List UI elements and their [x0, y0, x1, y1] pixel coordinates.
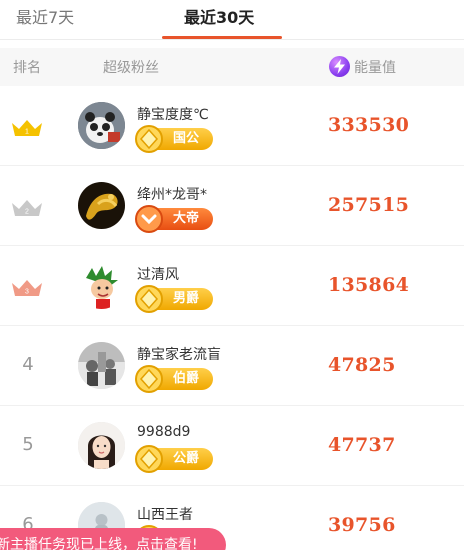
- period-tabs: 最近7天 最近30天: [0, 0, 464, 40]
- energy-value: 47825: [328, 354, 396, 376]
- badge-label: 男爵: [173, 291, 200, 306]
- rank-number: 5: [22, 434, 34, 455]
- diamond-badge-icon: [135, 445, 163, 473]
- chevron-badge-icon: [135, 205, 163, 233]
- fan-name: 绛州*龙哥*: [137, 187, 207, 203]
- avatar[interactable]: [78, 262, 125, 309]
- table-header: 排名 超级粉丝 能量值: [0, 48, 464, 86]
- table-row[interactable]: 5 9988d9 公爵 47737: [0, 406, 464, 486]
- gold-crown-icon: 1: [12, 120, 42, 136]
- lightning-icon: [329, 56, 350, 77]
- svg-text:1: 1: [25, 129, 29, 136]
- fan-name: 山西王者: [137, 507, 193, 523]
- rank-badge: 公爵: [135, 445, 213, 473]
- rank-badge: 大帝: [135, 205, 213, 233]
- energy-value: 135864: [328, 274, 410, 296]
- fan-name: 9988d9: [137, 424, 191, 440]
- active-tab-indicator: [162, 36, 282, 39]
- rank-number: 4: [22, 354, 34, 375]
- header-energy: 能量值: [354, 60, 396, 76]
- rank-badge: 伯爵: [135, 365, 213, 393]
- avatar[interactable]: [78, 182, 125, 229]
- table-row[interactable]: 3 过清风 男爵 135864: [0, 246, 464, 326]
- silver-crown-icon: 2: [12, 200, 42, 216]
- bronze-crown-icon: 3: [12, 280, 42, 296]
- fan-name: 过清风: [137, 267, 179, 283]
- table-row[interactable]: 4 静宝家老流盲 伯爵 47825: [0, 326, 464, 406]
- fan-name: 静宝度度℃: [137, 107, 209, 123]
- new-task-toast[interactable]: 新主播任务现已上线，点击查看!: [0, 528, 226, 550]
- svg-text:3: 3: [25, 289, 29, 296]
- energy-value: 333530: [328, 114, 410, 136]
- table-row[interactable]: 1 静宝度度℃ 国公 333530: [0, 86, 464, 166]
- avatar[interactable]: [78, 102, 125, 149]
- header-rank: 排名: [13, 60, 41, 76]
- badge-label: 公爵: [173, 451, 200, 466]
- header-super-fans: 超级粉丝: [103, 60, 159, 76]
- diamond-badge-icon: [135, 285, 163, 313]
- rank-badge: 国公: [135, 125, 213, 153]
- avatar[interactable]: [78, 342, 125, 389]
- energy-value: 47737: [328, 434, 396, 456]
- diamond-badge-icon: [135, 365, 163, 393]
- fan-name: 静宝家老流盲: [137, 347, 221, 363]
- tab-last-30-days[interactable]: 最近30天: [184, 6, 254, 30]
- tab-last-7-days[interactable]: 最近7天: [16, 6, 74, 30]
- energy-value: 257515: [328, 194, 410, 216]
- rank-badge: 男爵: [135, 285, 213, 313]
- badge-label: 国公: [173, 131, 200, 146]
- energy-value: 39756: [328, 514, 396, 536]
- diamond-badge-icon: [135, 125, 163, 153]
- badge-label: 伯爵: [173, 371, 200, 386]
- avatar[interactable]: [78, 422, 125, 469]
- svg-text:2: 2: [25, 209, 29, 216]
- table-row[interactable]: 2 绛州*龙哥* 大帝 257515: [0, 166, 464, 246]
- badge-label: 大帝: [173, 211, 200, 226]
